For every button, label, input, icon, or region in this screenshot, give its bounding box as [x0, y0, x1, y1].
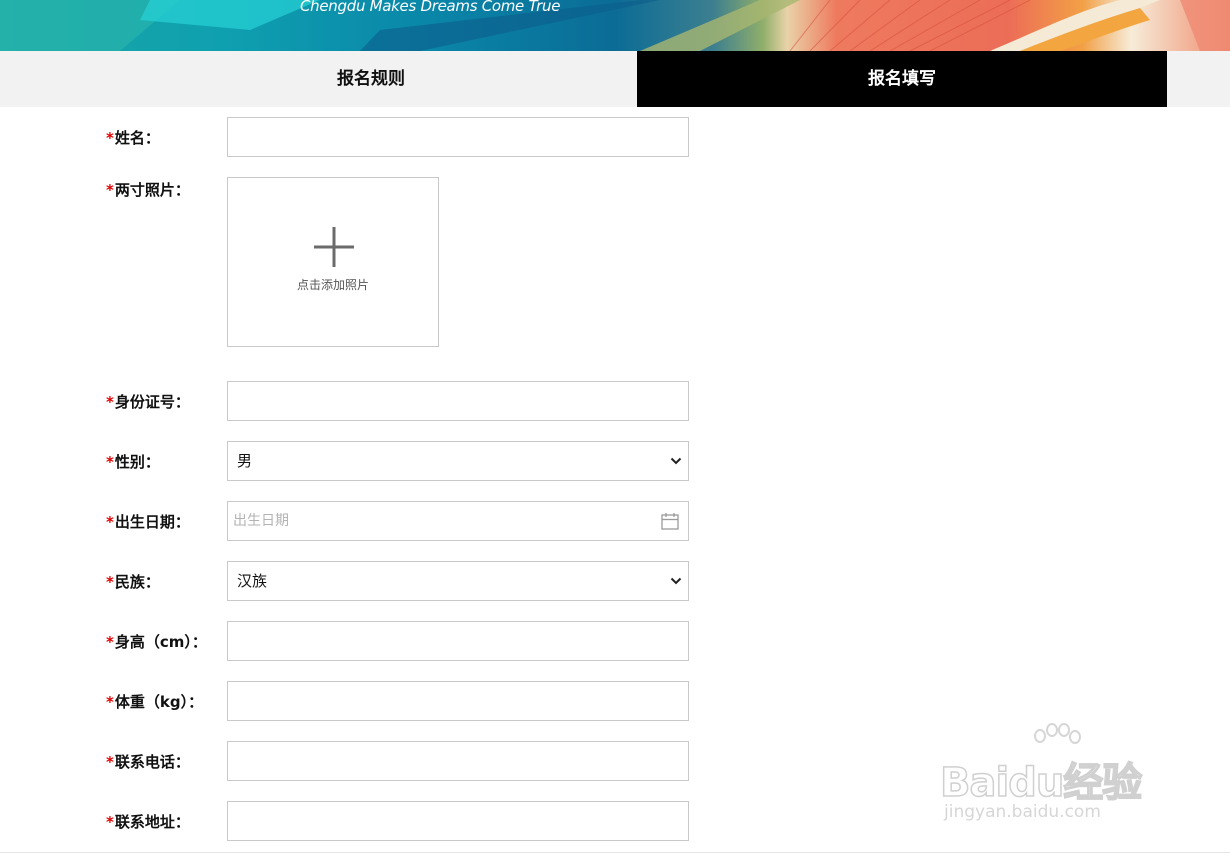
tab-bar: 报名规则 报名填写: [0, 51, 1230, 107]
watermark-url: jingyan.baidu.com: [944, 802, 1101, 822]
gender-select[interactable]: 男: [227, 441, 689, 481]
address-input[interactable]: [228, 802, 688, 840]
birth-date-picker[interactable]: 出生日期: [227, 501, 689, 541]
address-field[interactable]: [227, 801, 689, 841]
weight-label: *体重（kg）：: [106, 693, 204, 711]
tab-registration-form[interactable]: 报名填写: [637, 51, 1167, 107]
header-banner: Chengdu Makes Dreams Come True: [0, 0, 1230, 51]
height-label: *身高（cm）：: [106, 633, 207, 651]
required-mark: *: [106, 813, 114, 831]
required-mark: *: [106, 181, 114, 199]
ethnicity-label: *民族：: [106, 573, 160, 591]
required-mark: *: [106, 453, 114, 471]
tab-registration-rules[interactable]: 报名规则: [105, 51, 637, 107]
required-mark: *: [106, 513, 114, 531]
required-mark: *: [106, 129, 114, 147]
banner-slogan: Chengdu Makes Dreams Come True: [300, 0, 561, 15]
phone-field[interactable]: [227, 741, 689, 781]
gender-label: *性别：: [106, 453, 160, 471]
required-mark: *: [106, 753, 114, 771]
name-label: *姓名：: [106, 129, 160, 147]
chevron-down-icon: [670, 577, 682, 585]
required-mark: *: [106, 633, 114, 651]
name-field[interactable]: [227, 117, 689, 157]
plus-icon: [314, 227, 354, 267]
required-mark: *: [106, 393, 114, 411]
watermark-brand: Baidu经验: [939, 759, 1143, 807]
weight-input[interactable]: [228, 682, 688, 720]
birth-date-label: *出生日期：: [106, 513, 190, 531]
ethnicity-selected-value: 汉族: [237, 572, 268, 590]
height-field[interactable]: [227, 621, 689, 661]
calendar-icon[interactable]: [661, 512, 679, 530]
required-mark: *: [106, 693, 114, 711]
divider: [0, 852, 1230, 853]
id-number-field[interactable]: [227, 381, 689, 421]
birth-date-placeholder: 出生日期: [233, 513, 289, 529]
name-input[interactable]: [228, 118, 688, 156]
gender-selected-value: 男: [237, 452, 253, 470]
chevron-down-icon: [670, 457, 682, 465]
phone-label: *联系电话：: [106, 753, 190, 771]
banner-artwork: [0, 0, 1230, 51]
ethnicity-select[interactable]: 汉族: [227, 561, 689, 601]
phone-input[interactable]: [228, 742, 688, 780]
weight-field[interactable]: [227, 681, 689, 721]
baidu-jingyan-watermark: Baidu经验 jingyan.baidu.com: [939, 722, 1170, 832]
required-mark: *: [106, 573, 114, 591]
id-number-label: *身份证号：: [106, 393, 190, 411]
photo-label: *两寸照片：: [106, 181, 190, 199]
height-input[interactable]: [228, 622, 688, 660]
photo-upload-button[interactable]: 点击添加照片: [227, 177, 439, 347]
id-number-input[interactable]: [228, 382, 688, 420]
photo-upload-hint: 点击添加照片: [296, 278, 369, 292]
address-label: *联系地址：: [106, 813, 190, 831]
